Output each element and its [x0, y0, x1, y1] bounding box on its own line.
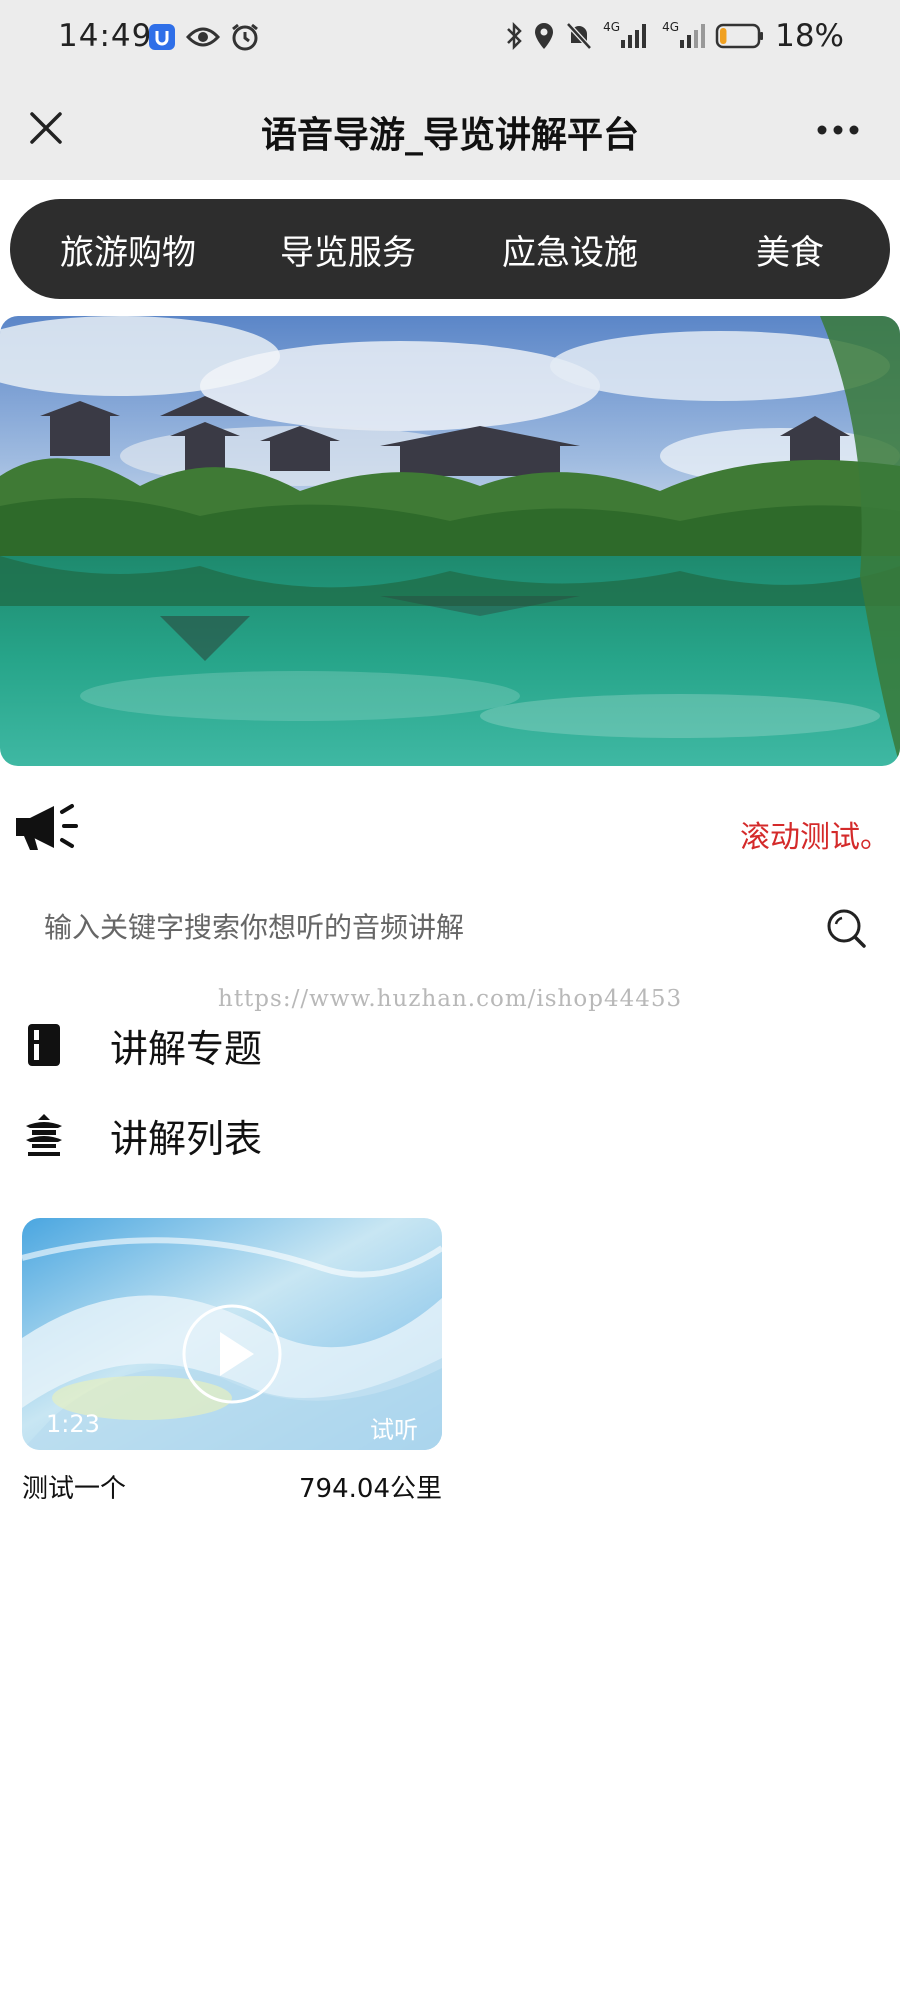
watermark-text: https://www.huzhan.com/ishop44453 [218, 986, 683, 1012]
play-icon[interactable] [180, 1302, 284, 1406]
search-bar [14, 888, 886, 968]
search-input[interactable] [44, 904, 784, 950]
category-shopping[interactable]: 旅游购物 [38, 225, 218, 274]
section-topics-label: 讲解专题 [110, 1026, 263, 1071]
audio-preview-label[interactable]: 试听 [370, 1410, 418, 1445]
more-options-icon[interactable] [814, 110, 862, 150]
battery-percent: 18% [775, 18, 844, 54]
signal-icon-2: 4G [662, 20, 706, 48]
category-nav: 旅游购物 导览服务 应急设施 美食 [10, 199, 890, 299]
category-guide-service[interactable]: 导览服务 [258, 225, 438, 274]
status-left-icons [148, 22, 260, 52]
search-icon[interactable] [824, 906, 868, 950]
section-topics[interactable]: 讲解专题 [24, 1010, 262, 1080]
location-icon [535, 23, 554, 49]
pavilion-icon [26, 1114, 62, 1156]
status-time: 14:49 [58, 18, 153, 54]
status-bar: 14:49 4G 4G 18% [0, 0, 900, 80]
audio-title: 测试一个 [22, 1474, 127, 1504]
category-food[interactable]: 美食 [700, 225, 880, 274]
signal-type-1: 4G [603, 20, 621, 34]
book-icon [28, 1024, 60, 1066]
notice-marquee: 滚动测试。 [740, 820, 890, 855]
section-list-label: 讲解列表 [110, 1116, 263, 1161]
banner-image[interactable] [0, 316, 900, 766]
audio-card[interactable]: 1:23 试听 测试一个 794.04公里 [22, 1218, 442, 1505]
audio-distance: 794.04公里 [299, 1474, 442, 1504]
app-badge-icon [149, 24, 175, 50]
scenic-lake-image [0, 316, 900, 766]
title-bar: 语音导游_导览讲解平台 [0, 80, 900, 180]
category-emergency[interactable]: 应急设施 [480, 225, 660, 274]
section-list[interactable]: 讲解列表 [24, 1100, 262, 1170]
audio-meta: 测试一个 794.04公里 [22, 1468, 442, 1505]
mute-bell-icon [566, 22, 592, 50]
battery-icon [715, 23, 764, 49]
status-right-icons: 4G 4G 18% [505, 18, 844, 54]
audio-thumbnail: 1:23 试听 [22, 1218, 442, 1450]
alarm-icon [232, 23, 258, 51]
audio-duration: 1:23 [46, 1410, 100, 1438]
signal-type-2: 4G [662, 20, 680, 34]
page-title: 语音导游_导览讲解平台 [260, 115, 639, 156]
bluetooth-icon [507, 21, 522, 51]
signal-icon: 4G [603, 20, 647, 48]
eye-icon [186, 27, 220, 47]
megaphone-icon [16, 804, 78, 850]
